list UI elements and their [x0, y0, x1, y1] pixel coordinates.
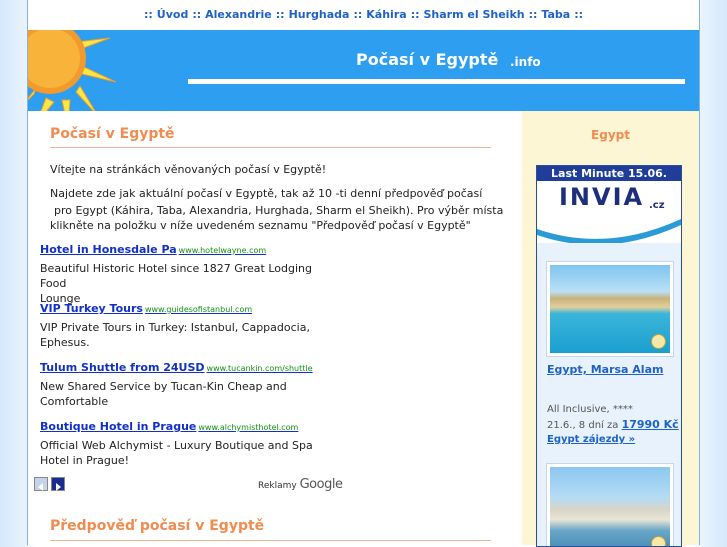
zoom-icon[interactable]	[651, 536, 666, 546]
ad-description: Official Web Alchymist - Luxury Boutique…	[40, 438, 330, 468]
ad-title-link[interactable]: VIP Turkey Tours www.guidesofistanbul.com	[40, 302, 252, 315]
ad-title-text[interactable]: Hotel in Honesdale Pa	[40, 243, 177, 256]
offer-link[interactable]: Egypt zájezdy »	[547, 434, 635, 445]
nav-separator: ::	[353, 8, 363, 21]
ad-desc-line-1: Beautiful Historic Hotel since 1827 Grea…	[40, 262, 312, 290]
top-navigation: :: Úvod:: Alexandrie:: Hurghada:: Káhira:: Sh…	[28, 0, 699, 30]
zoom-icon[interactable]	[651, 334, 666, 349]
nav-separator: ::	[574, 8, 584, 21]
nav-link-taba[interactable]: Taba	[541, 8, 570, 21]
sidebar: Egypt Last Minute 15.06. INVIA .cz Egypt…	[522, 111, 699, 547]
ads-by-google[interactable]: Reklamy Google	[258, 477, 343, 492]
heading-divider	[50, 147, 491, 148]
nav-link-kahira[interactable]: Káhira	[366, 8, 406, 21]
nav-separator: ::	[410, 8, 420, 21]
ad-title-text[interactable]: Tulum Shuttle from 24USD	[40, 361, 205, 374]
offer-photo-resort[interactable]	[547, 262, 673, 356]
nav-link-alexandrie[interactable]: Alexandrie	[205, 8, 272, 21]
offer-dates-price: 21.6., 8 dní za 17990 Kč	[547, 417, 679, 433]
nav-separator: ::	[143, 8, 153, 21]
ad-desc-line-2: Comfortable	[40, 395, 109, 408]
description-line-3: klikněte na položku v níže uvedeném sezn…	[50, 219, 471, 232]
page-frame: :: Úvod:: Alexandrie:: Hurghada:: Káhira:: Sh…	[27, 0, 700, 547]
ad-title-text[interactable]: Boutique Hotel in Prague	[40, 420, 196, 433]
description-line-1: Najdete zde jak aktuální počasí v Egyptě…	[50, 187, 483, 200]
ad-url[interactable]: www.hotelwayne.com	[179, 246, 266, 255]
sidebar-heading: Egypt	[591, 128, 630, 142]
ad-title-link[interactable]: Boutique Hotel in Prague www.alchymisthot…	[40, 420, 298, 433]
invia-logo[interactable]: INVIA .cz	[537, 181, 681, 243]
ad-desc-line-2: Ephesus.	[40, 336, 90, 349]
prev-arrow-icon[interactable]	[34, 477, 48, 491]
nav-separator: ::	[528, 8, 538, 21]
ad-url[interactable]: www.tucankin.com/shuttle	[207, 364, 313, 373]
offer-title[interactable]: Egypt, Marsa Alam	[547, 363, 663, 376]
main-content: Počasí v Egyptě Vítejte na stránkách věn…	[28, 111, 522, 545]
ads-label: Reklamy	[258, 481, 297, 491]
offer-dates: 21.6., 8 dní za	[547, 420, 619, 431]
next-arrow-icon[interactable]	[51, 477, 65, 491]
ad-url[interactable]: www.alchymisthotel.com	[198, 423, 298, 432]
google-logo: Google	[299, 477, 343, 492]
ad-desc-line-2: Hotel in Prague!	[40, 454, 129, 467]
ad-title-text[interactable]: VIP Turkey Tours	[40, 302, 143, 315]
last-minute-header: Last Minute 15.06.	[537, 166, 681, 181]
sun-icon	[28, 30, 117, 111]
last-minute-widget: Last Minute 15.06. INVIA .cz Egypt, Mars…	[536, 165, 682, 547]
site-title: Počasí v Egyptě	[356, 50, 499, 69]
nav-link-sharm-el-sheikh[interactable]: Sharm el Sheikh	[424, 8, 525, 21]
banner-divider	[188, 79, 685, 84]
ad-description: Beautiful Historic Hotel since 1827 Grea…	[40, 261, 330, 306]
page-heading: Počasí v Egyptě	[50, 126, 175, 142]
nav-link-uvod[interactable]: Úvod	[157, 8, 189, 21]
site-title-suffix: .info	[510, 55, 541, 69]
header-banner: Počasí v Egyptě .info	[28, 30, 699, 111]
offer-price[interactable]: 17990 Kč	[622, 418, 679, 431]
ad-title-link[interactable]: Hotel in Honesdale Pa www.hotelwayne.com	[40, 243, 266, 256]
ad-description: New Shared Service by Tucan-Kin Cheap an…	[40, 379, 330, 409]
intro-text: Vítejte na stránkách věnovaných počasí v…	[50, 163, 327, 176]
nav-separator: ::	[275, 8, 285, 21]
invia-swoosh-icon	[537, 219, 681, 243]
ad-desc-line-1: Official Web Alchymist - Luxury Boutique…	[40, 439, 313, 452]
ad-desc-line-1: New Shared Service by Tucan-Kin Cheap an…	[40, 380, 287, 393]
ad-description: VIP Private Tours in Turkey: Istanbul, C…	[40, 320, 330, 350]
ad-url[interactable]: www.guidesofistanbul.com	[145, 305, 252, 314]
forecast-divider	[50, 540, 491, 541]
invia-logo-text: INVIA	[559, 183, 645, 211]
nav-separator: ::	[192, 8, 202, 21]
ad-title-link[interactable]: Tulum Shuttle from 24USD www.tucankin.com…	[40, 361, 313, 374]
offer-photo-ship[interactable]	[547, 464, 673, 546]
nav-link-hurghada[interactable]: Hurghada	[289, 8, 350, 21]
forecast-heading: Předpověď počasí v Egyptě	[50, 518, 265, 534]
offer-type: All Inclusive, ****	[547, 404, 633, 415]
ad-desc-line-1: VIP Private Tours in Turkey: Istanbul, C…	[40, 321, 310, 334]
